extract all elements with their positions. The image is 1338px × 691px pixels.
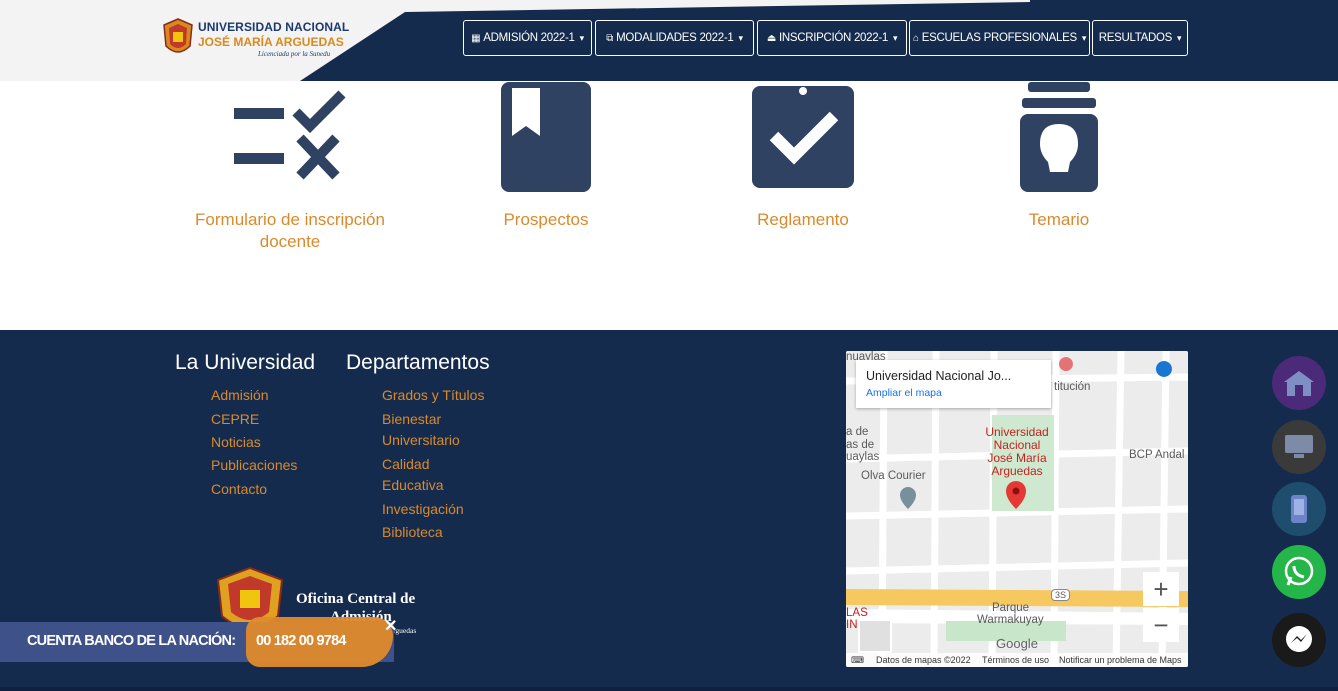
close-icon[interactable]: ✕: [384, 616, 397, 636]
computer-glyph: [1285, 435, 1313, 458]
footer-link[interactable]: Bienestar: [382, 409, 441, 430]
lightbulb-icon[interactable]: [1018, 80, 1100, 194]
footer-col-title: La Universidad: [175, 351, 316, 374]
map-data-text: Datos de mapas ©2022: [876, 655, 971, 665]
footer-link[interactable]: Investigación: [382, 499, 464, 520]
phone-glyph: [1291, 495, 1307, 523]
map-label: titución: [1054, 381, 1091, 393]
footer-link[interactable]: Admisión: [211, 385, 269, 406]
logo-line-1: UNIVERSIDAD NACIONAL: [198, 20, 350, 34]
map-place-card: Universidad Nacional Jo... Ampliar el ma…: [856, 360, 1051, 408]
feature-label[interactable]: Prospectos: [436, 209, 656, 231]
keyboard-icon[interactable]: ⌨: [851, 655, 864, 666]
map-label-university: Universidad Nacional José María Arguedas: [980, 426, 1054, 478]
chevron-down-icon: ▾: [1081, 32, 1087, 43]
chevron-down-icon: ▾: [892, 32, 898, 43]
map-label: IN: [846, 619, 858, 631]
nav-label: INSCRIPCIÓN 2022-1: [778, 32, 888, 44]
clipboard-check-icon[interactable]: [752, 76, 854, 188]
nav-label: RESULTADOS: [1098, 32, 1173, 44]
footer-link[interactable]: Grados y Títulos: [382, 385, 484, 406]
feature-label[interactable]: Reglamento: [693, 209, 913, 231]
footer-bottom-strip: [0, 687, 1338, 691]
nav-inscripcion[interactable]: ⏏ INSCRIPCIÓN 2022-1 ▾: [757, 20, 907, 56]
map-label: as de: [846, 439, 875, 451]
whatsapp-glyph: [1284, 556, 1314, 586]
map-label: BCP Andal: [1129, 449, 1185, 461]
footer-link[interactable]: Contacto: [211, 479, 267, 500]
google-logo: Google: [996, 636, 1038, 651]
footer-link[interactable]: Universitario: [382, 430, 460, 451]
bank-number: 00 182 00 9784: [256, 633, 346, 649]
chevron-down-icon: ▾: [579, 32, 585, 43]
whatsapp-icon[interactable]: [1272, 545, 1326, 599]
map-label: Parque: [992, 602, 1030, 614]
footer-link[interactable]: Publicaciones: [211, 455, 297, 476]
zoom-out-button[interactable]: −: [1143, 608, 1179, 642]
checklist-icon[interactable]: [230, 90, 350, 182]
office-title-line1: Oficina Central de: [296, 591, 416, 607]
university-icon: ⌂: [912, 32, 919, 44]
phone-icon[interactable]: [1272, 482, 1326, 536]
chalkboard-icon: ⧉: [606, 32, 614, 44]
map-report-link[interactable]: Notificar un problema de Maps: [1059, 655, 1182, 665]
street-view-thumb[interactable]: [858, 619, 892, 653]
google-map[interactable]: nuaylas titución Notaria Edith Gutierrez…: [846, 351, 1188, 667]
chevron-down-icon: ▾: [738, 32, 743, 43]
map-enlarge-link[interactable]: Ampliar el mapa: [866, 387, 942, 399]
footer-link[interactable]: Educativa: [382, 475, 443, 496]
building-icon: ▦: [471, 32, 481, 44]
feature-label[interactable]: Temario: [949, 209, 1169, 231]
messenger-glyph: [1286, 626, 1312, 652]
footer-link[interactable]: Calidad: [382, 454, 429, 475]
nav-modalidades[interactable]: ⧉ MODALIDADES 2022-1 ▾: [595, 20, 754, 56]
zoom-in-button[interactable]: +: [1143, 572, 1179, 606]
map-label: a de: [846, 426, 869, 438]
map-label: Olva Courier: [861, 470, 926, 482]
nav-resultados[interactable]: RESULTADOS ▾: [1092, 20, 1188, 56]
nav-escuelas[interactable]: ⌂ ESCUELAS PROFESIONALES ▾: [909, 20, 1090, 56]
nav-label: ESCUELAS PROFESIONALES: [921, 32, 1077, 44]
map-place-title: Universidad Nacional Jo...: [866, 369, 1012, 383]
nav-admision[interactable]: ▦ ADMISIÓN 2022-1 ▾: [463, 20, 592, 56]
home-glyph: [1284, 371, 1314, 396]
footer-link[interactable]: Biblioteca: [382, 522, 443, 543]
home-icon[interactable]: [1272, 356, 1326, 410]
book-bookmark-icon[interactable]: [500, 80, 592, 194]
messenger-icon[interactable]: [1272, 613, 1326, 667]
nav-label: ADMISIÓN 2022-1: [483, 32, 575, 44]
map-label: Warmakuyay: [977, 614, 1044, 626]
footer-link[interactable]: CEPRE: [211, 409, 259, 430]
logo-tagline: Licenciada por la Sunedu: [258, 50, 331, 58]
nav-label: MODALIDADES 2022-1: [616, 32, 734, 44]
computer-icon[interactable]: [1272, 420, 1326, 474]
footer-link[interactable]: Noticias: [211, 432, 261, 453]
route-shield: 3S: [1051, 589, 1071, 601]
map-label: uaylas: [846, 451, 880, 463]
university-logo[interactable]: UNIVERSIDAD NACIONAL JOSÉ MARÍA ARGUEDAS…: [162, 16, 350, 62]
map-label-line: Arguedas: [991, 464, 1043, 478]
feature-label[interactable]: Formulario de inscripción docente: [180, 209, 400, 253]
logo-line-2: JOSÉ MARÍA ARGUEDAS: [198, 35, 344, 49]
crest-icon: [163, 18, 193, 53]
map-terms-link[interactable]: Términos de uso: [982, 655, 1049, 665]
map-attribution: ⌨ Datos de mapas ©2022 Términos de uso N…: [846, 653, 1188, 667]
map-label: LAS: [846, 607, 868, 619]
bank-label: CUENTA BANCO DE LA NACIÓN:: [27, 633, 236, 649]
chevron-down-icon: ▾: [1177, 32, 1182, 43]
footer-col-title: Departamentos: [346, 351, 490, 374]
user-upload-icon: ⏏: [766, 32, 776, 44]
